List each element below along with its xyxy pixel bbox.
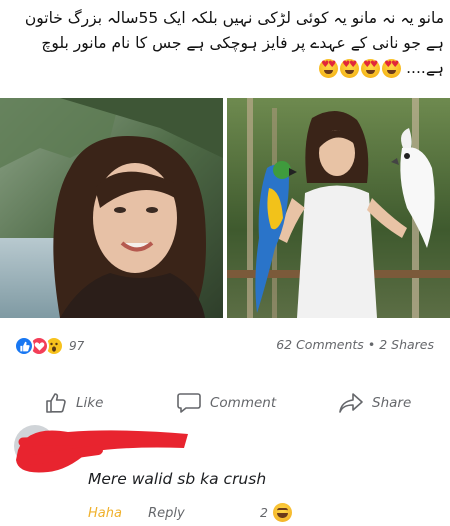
reaction-count: 97 xyxy=(69,339,85,353)
stats-separator: • xyxy=(367,337,376,352)
heart-eyes-emoji-icon xyxy=(382,59,402,78)
laugh-emoji-icon xyxy=(272,503,292,522)
post-stats: 62 Comments • 2 Shares xyxy=(276,337,434,352)
comment-reaction-count: 2 xyxy=(260,505,268,520)
thumbs-up-icon xyxy=(46,393,66,413)
comment-button[interactable]: Comment xyxy=(176,386,276,420)
heart-eyes-emoji-icon xyxy=(340,59,360,78)
comment-label: Comment xyxy=(210,395,277,411)
like-reaction-icon xyxy=(14,336,34,356)
share-button[interactable]: Share xyxy=(338,386,411,420)
comment-reply-button[interactable]: Reply xyxy=(148,506,185,521)
share-label: Share xyxy=(372,395,412,411)
heart-eyes-emoji-icon xyxy=(361,59,381,78)
comment-haha-button[interactable]: Haha xyxy=(88,506,122,521)
post-text-line-1: مانو یہ نہ مانو یہ کوئی لڑکی نہیں بلکہ ا… xyxy=(24,9,444,27)
speech-bubble-icon xyxy=(177,393,201,413)
comment-text: Mere walid sb ka crush xyxy=(88,470,267,488)
reactions-summary[interactable]: 97 xyxy=(14,336,84,356)
post-photo-selfie[interactable] xyxy=(0,98,223,318)
comment-actions: Haha Reply xyxy=(88,506,185,521)
comment-reaction-summary[interactable]: 2 xyxy=(260,503,292,522)
post-text-line-2: ہے جو نانی کے عہدے پر فایز ہوچکی ہے جس ک… xyxy=(41,34,444,52)
post-action-bar: Like Comment Share xyxy=(0,386,450,420)
post-text: مانو یہ نہ مانو یہ کوئی لڑکی نہیں بلکہ ا… xyxy=(6,6,444,81)
comments-count-link[interactable]: 62 Comments xyxy=(276,337,364,352)
share-arrow-icon xyxy=(339,393,363,413)
emoji-row xyxy=(319,59,402,78)
like-label: Like xyxy=(76,395,104,411)
like-button[interactable]: Like xyxy=(44,386,103,420)
post-photo-parrots[interactable] xyxy=(227,98,450,318)
heart-eyes-emoji-icon xyxy=(319,59,339,78)
post-text-line-3: ہے.... xyxy=(6,56,444,81)
post-text-line-3-text: ہے.... xyxy=(406,59,444,77)
shares-count-link[interactable]: 2 Shares xyxy=(379,337,434,352)
